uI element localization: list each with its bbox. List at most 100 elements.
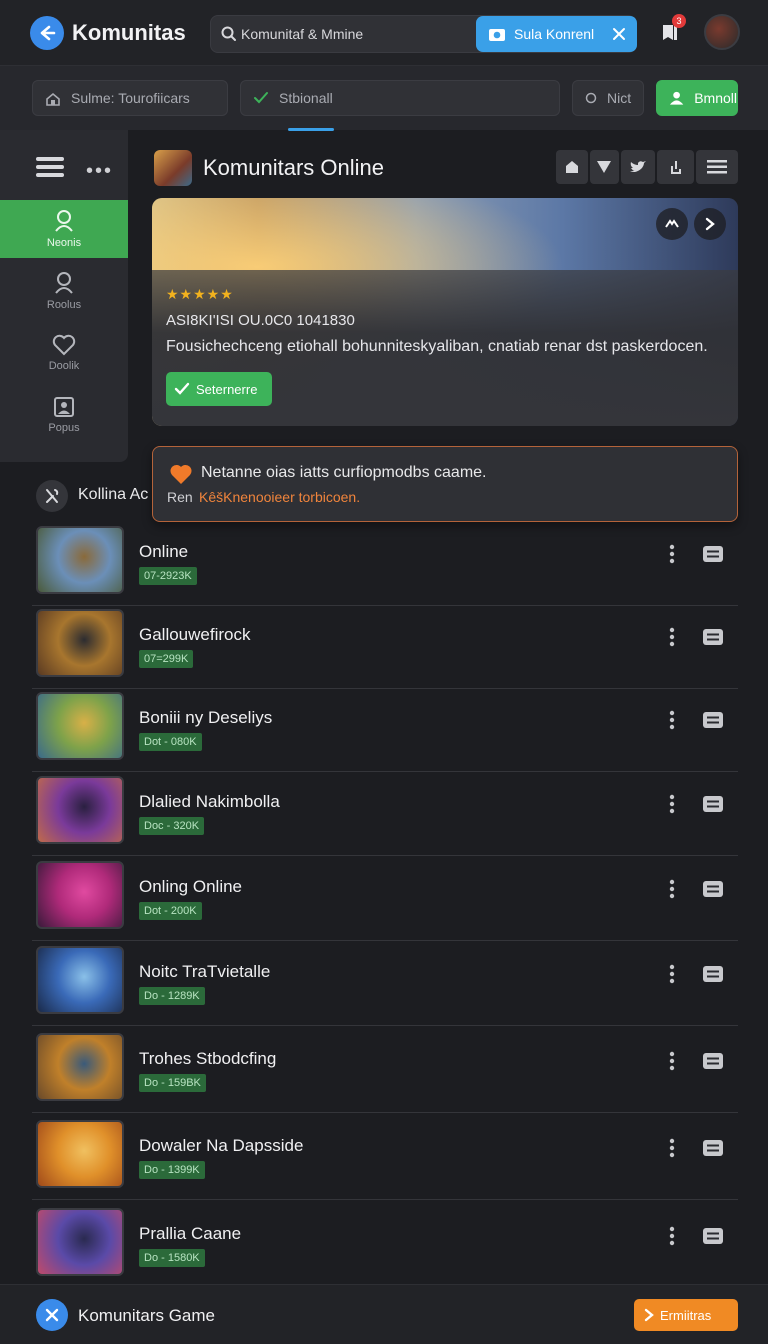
more-vertical-icon[interactable]: [668, 1226, 676, 1246]
sidebar-item-neonis[interactable]: Neonis: [0, 200, 128, 258]
tip-link[interactable]: KêšKnenooieer torbicoen.: [199, 489, 360, 505]
close-icon[interactable]: [612, 27, 626, 41]
image-icon: [54, 397, 74, 417]
home-icon: [565, 161, 578, 173]
game-name[interactable]: Onling Online: [139, 877, 242, 897]
home-button[interactable]: [556, 150, 588, 184]
sidebar-item-label: Roolus: [46, 299, 82, 311]
search-button[interactable]: Sula Konrenl: [476, 16, 637, 52]
bottom-action-label: Ermiitras: [660, 1307, 712, 1323]
sidebar-item-doolik[interactable]: Doolik: [0, 324, 128, 382]
list-card-icon[interactable]: [702, 1052, 724, 1070]
name-filter[interactable]: Sulme: Tourofiicars: [32, 80, 228, 116]
featured-title: Komunitars Online: [203, 155, 384, 180]
more-vertical-icon[interactable]: [668, 879, 676, 899]
game-thumbnail: [36, 1120, 124, 1188]
game-stat-badge: Dot - 080K: [139, 733, 202, 751]
game-row[interactable]: Boniii ny Deseliys Dot - 080K: [32, 686, 738, 772]
sidebar-item-popus[interactable]: Popus: [0, 386, 128, 444]
featured-description: Fousichechceng etiohall bohunniteskyalib…: [166, 338, 708, 355]
game-row[interactable]: Dowaler Na Dapsside Do - 1399K: [32, 1114, 738, 1200]
toggle-filter-label: Nict: [607, 90, 632, 106]
active-tab-indicator: [288, 128, 334, 131]
game-thumbnail: [36, 776, 124, 844]
game-name[interactable]: Noitc TraTvietalle: [139, 962, 270, 982]
game-row[interactable]: Onling Online Dot - 200K: [32, 855, 738, 941]
toggle-filter[interactable]: Nict: [572, 80, 644, 116]
twitter-button[interactable]: [621, 150, 655, 184]
game-name[interactable]: Gallouwefirock: [139, 625, 251, 645]
back-button[interactable]: [30, 16, 64, 50]
menu-icon[interactable]: [36, 155, 64, 179]
game-name[interactable]: Prallia Caane: [139, 1224, 241, 1244]
game-name[interactable]: Online: [139, 542, 188, 562]
list-card-icon[interactable]: [702, 795, 724, 813]
filter-bar: Sulme: Tourofiicars Stbionall Nict Bmnol…: [0, 66, 768, 130]
rating-stars: ★★★★★: [166, 286, 234, 302]
bottom-action-button[interactable]: Ermiitras: [634, 1299, 738, 1331]
list-card-icon[interactable]: [702, 628, 724, 646]
featured-action-button[interactable]: Seternerre: [166, 372, 272, 406]
game-row[interactable]: Gallouwefirock 07=299K: [32, 603, 738, 689]
more-vertical-icon[interactable]: [668, 627, 676, 647]
game-stat-badge: Do - 159BK: [139, 1074, 206, 1092]
more-vertical-icon[interactable]: [668, 1138, 676, 1158]
game-name[interactable]: Dowaler Na Dapsside: [139, 1136, 303, 1156]
section-icon-button[interactable]: [36, 480, 68, 512]
tools-icon: [46, 489, 59, 503]
game-row[interactable]: Noitc TraTvietalle Do - 1289K: [32, 940, 738, 1026]
notification-badge: 3: [672, 14, 686, 28]
carousel-prev-button[interactable]: [656, 208, 688, 240]
section-title: Kollina Ac: [78, 486, 149, 503]
featured-card: ★★★★★ ASI8KI'ISI OU.0C0 1041830 Fousiche…: [152, 198, 738, 426]
status-filter[interactable]: Stbionall: [240, 80, 560, 116]
search-input[interactable]: Komunitaf & Mmine: [241, 26, 363, 42]
radio-icon: [585, 92, 597, 104]
list-menu-button[interactable]: [696, 150, 738, 184]
list-card-icon[interactable]: [702, 880, 724, 898]
heart-icon: [52, 334, 76, 356]
more-vertical-icon[interactable]: [668, 710, 676, 730]
list-card-icon[interactable]: [702, 1139, 724, 1157]
bottom-bar: Komunitars Game Ermiitras: [0, 1284, 768, 1344]
filter-icon: [597, 161, 612, 173]
list-card-icon[interactable]: [702, 965, 724, 983]
list-card-icon[interactable]: [702, 545, 724, 563]
share-button[interactable]: [656, 150, 695, 184]
bottom-title: Komunitars Game: [78, 1306, 215, 1325]
user-icon: [669, 91, 684, 105]
game-name[interactable]: Boniii ny Deseliys: [139, 708, 272, 728]
tip-prefix: Ren: [167, 489, 193, 505]
filter-button[interactable]: [589, 150, 620, 184]
more-vertical-icon[interactable]: [668, 794, 676, 814]
status-filter-label: Stbionall: [279, 90, 333, 106]
more-vertical-icon[interactable]: [668, 544, 676, 564]
user-avatar[interactable]: [704, 14, 740, 50]
game-row[interactable]: Trohes Stbodcfing Do - 159BK: [32, 1027, 738, 1113]
game-name[interactable]: Trohes Stbodcfing: [139, 1049, 276, 1069]
search-bar[interactable]: Komunitaf & Mmine Sula Konrenl: [210, 15, 637, 53]
check-icon: [174, 382, 190, 395]
game-thumbnail: [36, 692, 124, 760]
game-row[interactable]: Online 07-2923K: [32, 520, 738, 606]
game-name[interactable]: Dlalied Nakimbolla: [139, 792, 280, 812]
owl-icon: [665, 219, 679, 228]
search-icon: [221, 26, 236, 41]
list-card-icon[interactable]: [702, 711, 724, 729]
list-card-icon[interactable]: [702, 1227, 724, 1245]
primary-filter-button[interactable]: Bmnoll: [656, 80, 738, 116]
carousel-next-button[interactable]: [694, 208, 726, 240]
more-icon[interactable]: •••: [86, 160, 113, 183]
sidebar-item-label: Doolik: [48, 360, 80, 372]
more-vertical-icon[interactable]: [668, 964, 676, 984]
share-icon: [670, 161, 681, 174]
game-row[interactable]: Prallia Caane Do - 1580K: [32, 1202, 738, 1288]
sidebar-item-roolus[interactable]: Roolus: [0, 262, 128, 320]
game-thumbnail: [36, 946, 124, 1014]
heart-icon: [170, 464, 192, 484]
game-row[interactable]: Dlalied Nakimbolla Doc - 320K: [32, 770, 738, 856]
chevron-right-icon: [705, 217, 715, 231]
close-button[interactable]: [36, 1299, 68, 1331]
hamburger-icon: [707, 160, 728, 174]
more-vertical-icon[interactable]: [668, 1051, 676, 1071]
